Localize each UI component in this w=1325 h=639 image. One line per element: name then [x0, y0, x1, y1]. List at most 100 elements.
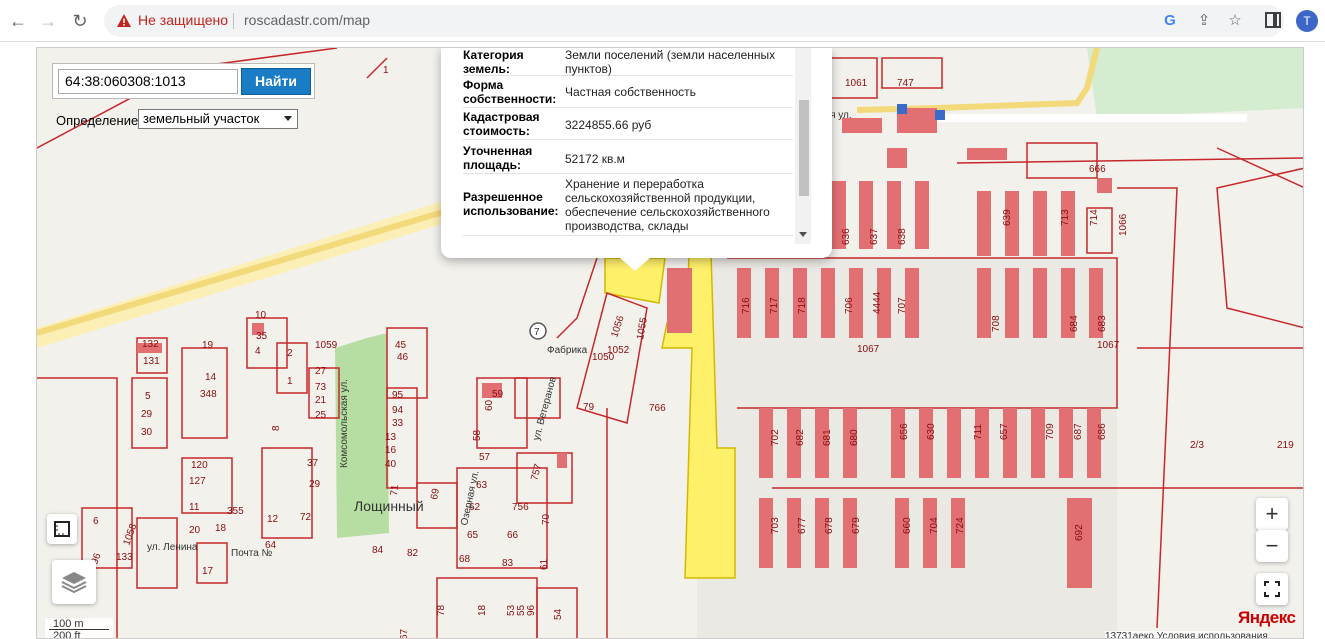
- popup-key: Уточненная площадь:: [463, 144, 533, 172]
- svg-text:2/3: 2/3: [1190, 440, 1204, 451]
- svg-text:17: 17: [202, 566, 214, 577]
- svg-text:711: 711: [973, 424, 984, 440]
- popup-key: Форма собственности:: [463, 78, 557, 106]
- svg-text:70: 70: [541, 513, 552, 525]
- chevron-down-icon: [284, 116, 292, 121]
- address-bar[interactable]: Не защищено roscadastr.com/map G ⇪ ☆: [104, 5, 1284, 37]
- layers-icon: [61, 572, 87, 594]
- svg-text:35: 35: [256, 331, 268, 342]
- svg-text:65: 65: [467, 530, 479, 541]
- svg-text:1067: 1067: [857, 344, 880, 355]
- ruler-button[interactable]: [47, 514, 77, 544]
- popup-key: Категория земель:: [463, 48, 524, 76]
- zoom-out-button[interactable]: −: [1256, 530, 1288, 562]
- cadastral-number-input[interactable]: 64:38:060308:1013: [58, 69, 238, 94]
- svg-text:95: 95: [392, 390, 404, 401]
- svg-text:58: 58: [472, 429, 483, 441]
- omnibox-separator: [233, 13, 234, 29]
- find-button[interactable]: Найти: [241, 68, 311, 95]
- fullscreen-icon: [1264, 581, 1280, 597]
- fullscreen-button[interactable]: [1256, 573, 1288, 605]
- popup-scrollbar-thumb[interactable]: [799, 100, 809, 196]
- map-copyright[interactable]: 13731аеко Условия использования: [1105, 631, 1268, 638]
- svg-text:19: 19: [202, 340, 214, 351]
- svg-text:1: 1: [287, 376, 293, 387]
- browser-toolbar: ← → ↻ Не защищено roscadastr.com/map G ⇪…: [0, 0, 1325, 42]
- bookmark-star-icon[interactable]: ☆: [1226, 12, 1244, 30]
- svg-text:33: 33: [392, 418, 404, 429]
- url-text[interactable]: roscadastr.com/map: [244, 12, 370, 28]
- svg-text:666: 666: [1089, 164, 1106, 175]
- popup-value: Земли поселений (земли населенных пункто…: [565, 48, 776, 76]
- forward-icon[interactable]: →: [36, 9, 60, 33]
- svg-text:12: 12: [267, 514, 279, 525]
- svg-text:37: 37: [307, 458, 319, 469]
- svg-text:703: 703: [770, 517, 781, 534]
- svg-text:702: 702: [770, 429, 781, 446]
- popup-row-area: Уточненная площадь: 52172 кв.м: [463, 140, 793, 174]
- parcel-info-popup: Категория земель: Земли поселений (земли…: [441, 48, 832, 258]
- svg-text:7: 7: [534, 327, 540, 338]
- definition-select[interactable]: земельный участок: [138, 109, 298, 129]
- svg-text:687: 687: [1073, 423, 1084, 440]
- svg-text:708: 708: [991, 315, 1002, 332]
- svg-text:60: 60: [484, 399, 495, 411]
- svg-text:716: 716: [741, 297, 752, 314]
- svg-text:78: 78: [436, 604, 447, 616]
- svg-text:8: 8: [271, 425, 282, 431]
- bus-stop-icon: [897, 104, 907, 114]
- svg-text:40: 40: [385, 459, 397, 470]
- svg-text:1050: 1050: [592, 352, 615, 363]
- svg-text:709: 709: [1045, 423, 1056, 440]
- svg-text:660: 660: [902, 517, 913, 534]
- scale-label-imperial: 200 ft: [53, 630, 81, 639]
- svg-text:11: 11: [189, 502, 200, 513]
- popup-row-cadastral-value: Кадастровая стоимость: 3224855.66 руб: [463, 108, 793, 140]
- insecure-label[interactable]: Не защищено: [138, 12, 228, 28]
- svg-text:30: 30: [141, 427, 153, 438]
- svg-text:639: 639: [1002, 209, 1013, 226]
- back-icon[interactable]: ←: [6, 9, 30, 33]
- popup-value: 3224855.66 руб: [565, 118, 652, 132]
- svg-text:686: 686: [1097, 423, 1108, 440]
- popup-row-ownership: Форма собственности: Частная собственнос…: [463, 76, 793, 108]
- svg-text:72: 72: [300, 512, 312, 523]
- scroll-down-icon[interactable]: [799, 232, 807, 237]
- popup-value: Хранение и переработка сельскохозяйствен…: [565, 177, 770, 233]
- svg-text:27: 27: [315, 366, 327, 377]
- popup-value: Частная собственность: [565, 85, 696, 99]
- svg-text:706: 706: [844, 297, 855, 314]
- svg-text:679: 679: [851, 517, 862, 534]
- svg-text:68: 68: [459, 554, 471, 565]
- svg-text:18: 18: [215, 523, 227, 534]
- svg-text:4: 4: [255, 346, 261, 357]
- svg-text:683: 683: [1097, 315, 1108, 332]
- svg-text:766: 766: [649, 403, 666, 414]
- svg-text:657: 657: [999, 423, 1010, 440]
- svg-text:29: 29: [309, 479, 321, 490]
- layers-button[interactable]: [52, 560, 96, 604]
- svg-text:714: 714: [1089, 209, 1100, 226]
- yandex-logo[interactable]: Яндекс: [1238, 608, 1296, 628]
- google-translate-icon[interactable]: G: [1161, 12, 1179, 30]
- side-panel-icon[interactable]: [1265, 12, 1281, 28]
- svg-text:45: 45: [395, 340, 407, 351]
- svg-text:71: 71: [389, 484, 401, 496]
- reload-icon[interactable]: ↻: [68, 9, 92, 33]
- share-icon[interactable]: ⇪: [1195, 12, 1213, 30]
- svg-text:131: 131: [143, 356, 160, 367]
- svg-text:692: 692: [1074, 524, 1085, 541]
- warning-icon[interactable]: [116, 13, 132, 29]
- definition-select-value: земельный участок: [143, 111, 260, 126]
- svg-text:219: 219: [1277, 440, 1294, 451]
- zoom-in-button[interactable]: +: [1256, 498, 1288, 530]
- profile-avatar[interactable]: T: [1296, 10, 1318, 32]
- popup-row-category: Категория земель: Земли поселений (земли…: [463, 48, 793, 76]
- svg-text:724: 724: [955, 517, 966, 534]
- svg-text:25: 25: [315, 410, 327, 421]
- svg-text:46: 46: [397, 352, 409, 363]
- svg-text:682: 682: [795, 429, 806, 446]
- svg-text:54: 54: [553, 608, 564, 620]
- svg-text:96: 96: [526, 604, 537, 616]
- map-container[interactable]: 1061747666 x 10671067 766 595763 6275666…: [36, 47, 1304, 639]
